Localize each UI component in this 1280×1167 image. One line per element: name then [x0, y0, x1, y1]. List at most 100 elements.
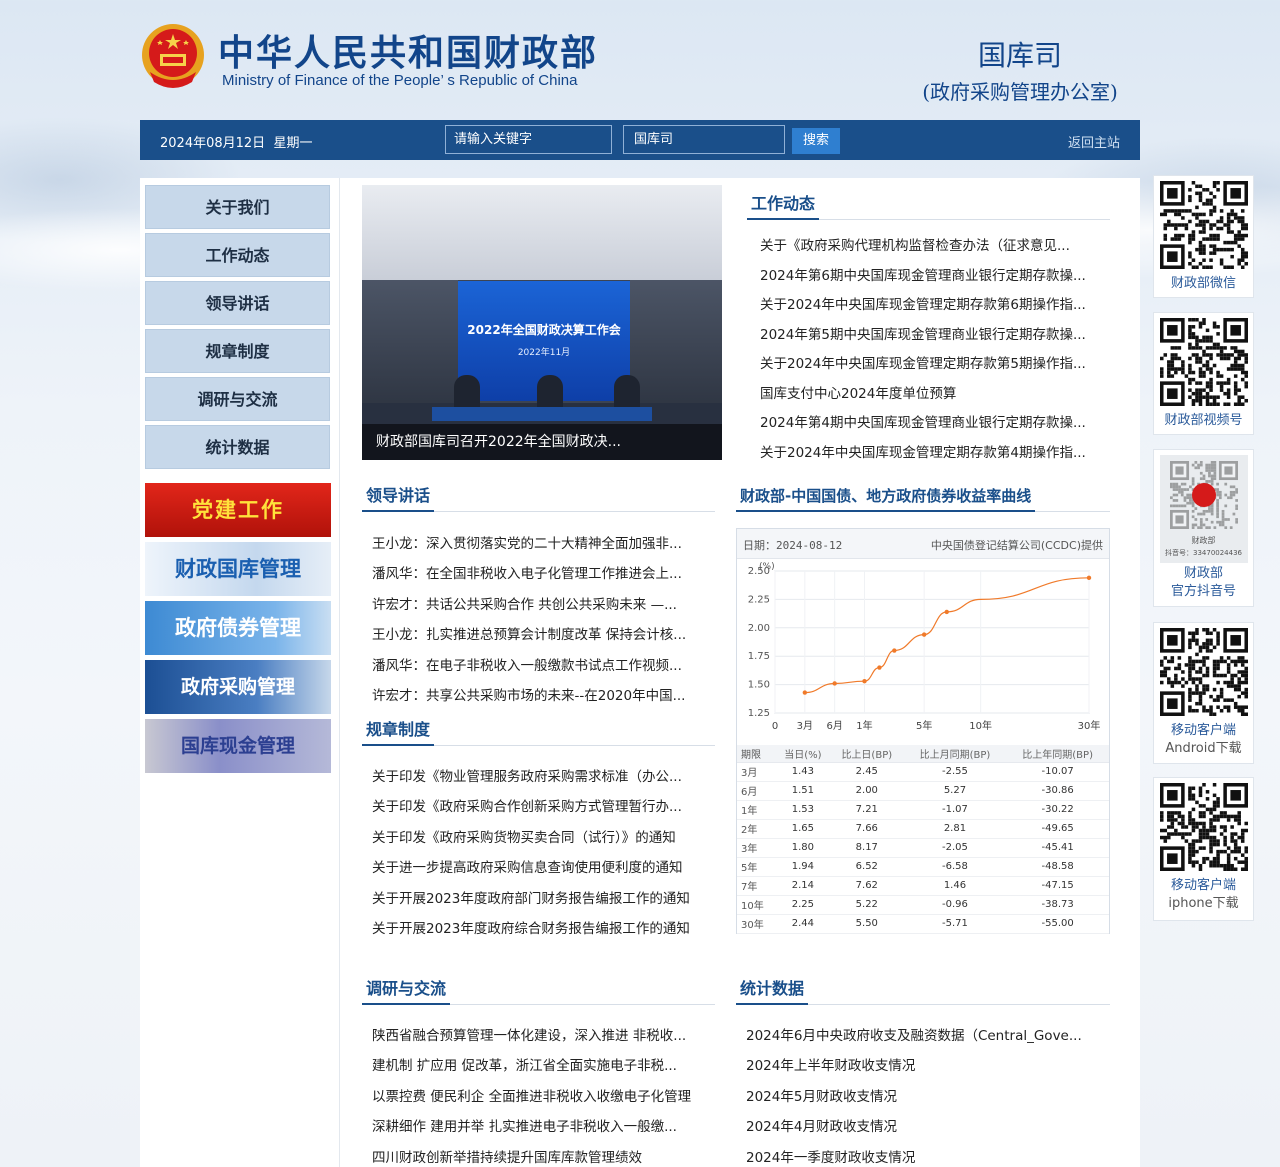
table-cell: 2年 [737, 819, 776, 839]
section-statistics-header: 统计数据 [736, 977, 1110, 1005]
menu-rules[interactable]: 规章制度 [145, 329, 330, 373]
yield-curve-chart: 1.251.501.752.002.252.50(%)0 3月 6月 1年 5年 10年 3… [748, 562, 1101, 732]
x-tick-label: 5年 [916, 719, 932, 732]
qr-label: 财政部微信 [1170, 276, 1236, 291]
list-item[interactable]: 2024年第6期中央国库现金管理商业银行定期存款操... [750, 262, 1106, 292]
qr-iphone[interactable]: 移动客户端 iphone下载 [1153, 777, 1254, 921]
home-link[interactable]: 返回主站 [1068, 132, 1120, 151]
list-item[interactable]: 关于印发《政府采购货物买卖合同（试行）》的通知 [362, 823, 712, 853]
yield-table-header: 期限 当日(%) 比上日(BP) 比上月同期(BP) 比上年同期(BP) [737, 745, 1109, 763]
table-header-cell: 期限 [737, 745, 776, 763]
section-title[interactable]: 工作动态 [747, 192, 820, 220]
list-item[interactable]: 2024年4月财政收支情况 [736, 1112, 1106, 1142]
list-item[interactable]: 王小龙：深入贯彻落实党的二十大精神全面加强非... [362, 529, 702, 559]
list-item[interactable]: 关于《政府采购代理机构监督检查办法（征求意见... [750, 232, 1106, 262]
search-input[interactable]: 请输入关键字 [445, 125, 612, 154]
table-cell: 1.94 [775, 857, 830, 877]
table-cell: -48.58 [1006, 857, 1109, 877]
menu-about[interactable]: 关于我们 [145, 185, 330, 229]
menu-leader-speech[interactable]: 领导讲话 [145, 281, 330, 325]
banner-party-building[interactable]: 党建工作 [145, 483, 331, 537]
plot-area [774, 570, 1090, 714]
qr-sublabel: 官方抖音号 [1170, 584, 1236, 599]
banner-treasury-management[interactable]: 财政国库管理 [145, 542, 331, 596]
table-cell: -47.15 [1006, 876, 1109, 896]
section-title[interactable]: 财政部-中国国债、地方政府债券收益率曲线 [736, 484, 1036, 512]
banner-cash-management[interactable]: 国库现金管理 [145, 719, 331, 773]
section-title[interactable]: 统计数据 [736, 977, 809, 1005]
qr-wechat[interactable]: 财政部微信 [1153, 175, 1254, 298]
list-item[interactable]: 关于2024年中央国库现金管理定期存款第6期操作指... [750, 291, 1106, 321]
table-cell: 6.52 [829, 857, 904, 877]
table-cell: 5.22 [829, 895, 904, 915]
list-item[interactable]: 2024年一季度财政收支情况 [736, 1143, 1106, 1167]
table-cell: 2.45 [829, 762, 904, 782]
table-row: 10年 2.25 5.22 -0.96 -38.73 [737, 895, 1109, 915]
table-header-cell: 当日(%) [775, 745, 830, 763]
list-item[interactable]: 以票控费 便民利企 全面推进非税收入收缴电子化管理 [362, 1082, 712, 1112]
list-item[interactable]: 2024年第4期中央国库现金管理商业银行定期存款操... [750, 409, 1106, 439]
y-tick-label: 1.75 [748, 651, 770, 662]
list-item[interactable]: 2024年上半年财政收支情况 [736, 1051, 1106, 1081]
qr-android[interactable]: 移动客户端 Android下载 [1153, 622, 1254, 764]
douyin-card: 财政部 抖音号：33470024436 [1159, 455, 1248, 563]
menu-work-news[interactable]: 工作动态 [145, 233, 330, 277]
banner-procurement-management[interactable]: 政府采购管理 [145, 660, 331, 714]
list-item[interactable]: 关于2024年中央国库现金管理定期存款第4期操作指... [750, 439, 1106, 469]
list-item[interactable]: 建机制 扩应用 促改革，浙江省全面实施电子非税... [362, 1051, 712, 1081]
douyin-name: 财政部 [1191, 536, 1216, 545]
list-item[interactable]: 2024年5月财政收支情况 [736, 1082, 1106, 1112]
list-item[interactable]: 四川财政创新举措持续提升国库库款管理绩效 [362, 1143, 712, 1167]
banner-bond-management[interactable]: 政府债券管理 [145, 601, 331, 655]
list-item[interactable]: 许宏才：共享公共采购市场的未来--在2020年中国... [362, 681, 702, 711]
list-item[interactable]: 关于印发《政府采购合作创新采购方式管理暂行办... [362, 792, 712, 822]
section-title[interactable]: 领导讲话 [362, 484, 435, 512]
menu-statistics[interactable]: 统计数据 [145, 425, 330, 469]
table-cell: 2.25 [775, 895, 830, 915]
table-header-cell: 比上月同期(BP) [903, 745, 1007, 763]
chart-meta: 日期：2024-08-12 中央国债登记结算公司(CCDC)提供 [737, 529, 1109, 559]
section-title[interactable]: 规章制度 [362, 718, 435, 746]
qr-code-icon [1159, 783, 1248, 871]
table-cell: -5.71 [903, 914, 1007, 934]
search-button[interactable]: 搜索 [792, 128, 840, 154]
list-item[interactable]: 关于2024年中央国库现金管理定期存款第5期操作指... [750, 350, 1106, 380]
list-item[interactable]: 深耕细作 建用并举 扎实推进电子非税收入一般缴... [362, 1112, 712, 1142]
menu-research[interactable]: 调研与交流 [145, 377, 330, 421]
list-item[interactable]: 潘风华：在全国非税收入电子化管理工作推进会上... [362, 559, 702, 589]
table-header-cell: 比上年同期(BP) [1006, 745, 1109, 763]
qr-douyin[interactable]: 财政部 抖音号：33470024436 财政部 官方抖音号 [1153, 449, 1254, 607]
yield-table-body: 3月 1.43 2.45 -2.55 -10.07 6月 1.51 2.00 5.27 -30.8… [737, 762, 1109, 934]
data-point [832, 681, 837, 686]
x-tick-label: 3月 [797, 720, 813, 732]
table-row: 1年 1.53 7.21 -1.07 -30.22 [737, 800, 1109, 820]
photo-caption[interactable]: 财政部国库司召开2022年全国财政决... [362, 424, 722, 460]
photo-person [614, 375, 640, 409]
table-cell: 2.14 [775, 876, 830, 896]
list-item[interactable]: 许宏才：共话公共采购合作 共创公共采购未来 —... [362, 590, 702, 620]
table-cell: -6.58 [903, 857, 1007, 877]
list-item[interactable]: 关于开展2023年度政府综合财务报告编报工作的通知 [362, 914, 712, 944]
y-tick-label: 2.00 [748, 623, 770, 634]
list-item[interactable]: 王小龙：扎实推进总预算会计制度改革 保持会计核... [362, 620, 702, 650]
list-item[interactable]: 陕西省融合预算管理一体化建设，深入推进 非税收... [362, 1021, 712, 1051]
qr-video-channel[interactable]: 财政部视频号 [1153, 312, 1254, 435]
x-tick-label: 0 [772, 721, 778, 732]
photo-screen-date: 2022年11月 [517, 348, 571, 358]
search-scope-select[interactable]: 国库司 [623, 125, 785, 154]
current-date: 2024年08月12日 星期一 [160, 136, 313, 151]
table-cell: 1.65 [775, 819, 830, 839]
top-bar: 2024年08月12日 星期一 请输入关键字 国库司 搜索 返回主站 [140, 120, 1140, 160]
table-cell: 10年 [737, 895, 776, 915]
y-axis-unit: (%) [759, 562, 775, 572]
list-item[interactable]: 潘风华：在电子非税收入一般缴款书试点工作视频... [362, 651, 702, 681]
section-title[interactable]: 调研与交流 [362, 977, 451, 1005]
list-item[interactable]: 关于进一步提高政府采购信息查询使用便利度的通知 [362, 853, 712, 883]
list-item[interactable]: 关于开展2023年度政府部门财务报告编报工作的通知 [362, 884, 712, 914]
list-item[interactable]: 2024年6月中央政府收支及融资数据（Central_Gove... [736, 1021, 1106, 1051]
research-list: 陕西省融合预算管理一体化建设，深入推进 非税收... 建机制 扩应用 促改革，浙… [362, 1021, 712, 1167]
list-item[interactable]: 国库支付中心2024年度单位预算 [750, 380, 1106, 410]
list-item[interactable]: 关于印发《物业管理服务政府采购需求标准（办公... [362, 762, 712, 792]
list-item[interactable]: 2024年第5期中央国库现金管理商业银行定期存款操... [750, 321, 1106, 351]
headline-photo[interactable]: 2022年全国财政决算工作会 2022年11月 财政部国库司召开2022年全国财… [362, 185, 722, 460]
